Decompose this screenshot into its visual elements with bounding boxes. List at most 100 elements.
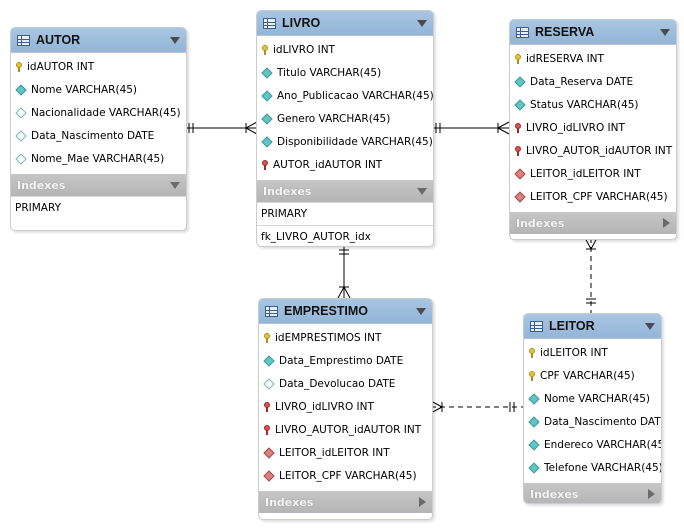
column-row[interactable]: Data_Reserva DATE: [510, 70, 676, 93]
column-row[interactable]: Nacionalidade VARCHAR(45): [11, 101, 186, 124]
column-row[interactable]: LEITOR_idLEITOR INT: [259, 441, 432, 464]
expand-arrow-icon[interactable]: [648, 489, 655, 499]
table-leitor[interactable]: LEITOR idLEITOR INT CPF VARCHAR(45) Nome…: [523, 313, 662, 504]
table-icon: [17, 34, 30, 46]
relationship-leitor-emprestimo[interactable]: [430, 400, 523, 414]
column-row[interactable]: Nome_Mae VARCHAR(45): [11, 147, 186, 170]
foreign-key-icon: [515, 122, 521, 133]
column-label: LIVRO_idLIVRO INT: [526, 121, 625, 134]
column-label: Genero VARCHAR(45): [277, 112, 391, 125]
collapse-arrow-icon[interactable]: [416, 307, 426, 315]
not-null-column-icon: [514, 98, 526, 111]
table-reserva[interactable]: RESERVA idRESERVA INT Data_Reserva DATE …: [509, 19, 677, 240]
column-row[interactable]: LEITOR_idLEITOR INT: [510, 162, 676, 185]
column-row[interactable]: idRESERVA INT: [510, 47, 676, 70]
column-label: Endereco VARCHAR(45): [544, 438, 662, 451]
indexes-header[interactable]: Indexes: [11, 174, 186, 196]
index-label: PRIMARY: [261, 208, 308, 220]
collapse-arrow-icon[interactable]: [417, 19, 427, 27]
table-name: LIVRO: [282, 16, 321, 30]
indexes-header[interactable]: Indexes: [524, 483, 661, 503]
column-row[interactable]: idAUTOR INT: [11, 55, 186, 78]
collapse-arrow-icon[interactable]: [170, 181, 180, 189]
foreign-column-icon: [514, 167, 526, 180]
not-null-column-icon: [15, 83, 27, 96]
column-label: Data_Nascimento DATE: [544, 415, 662, 428]
indexes-header[interactable]: Indexes: [257, 180, 433, 202]
table-autor[interactable]: AUTOR idAUTOR INT Nome VARCHAR(45) Nacio…: [10, 27, 187, 231]
collapse-arrow-icon[interactable]: [645, 322, 655, 330]
collapse-arrow-icon[interactable]: [170, 36, 180, 44]
table-header[interactable]: EMPRESTIMO: [259, 299, 432, 324]
column-row[interactable]: idEMPRESTIMOS INT: [259, 326, 432, 349]
table-icon: [516, 26, 529, 38]
table-icon: [265, 305, 278, 317]
nullable-column-icon: [15, 152, 27, 165]
column-label: Nacionalidade VARCHAR(45): [31, 106, 181, 119]
indexes-header[interactable]: Indexes: [259, 491, 432, 513]
collapse-arrow-icon[interactable]: [417, 187, 427, 195]
table-name: RESERVA: [535, 25, 595, 39]
indexes-label: Indexes: [17, 178, 66, 192]
not-null-column-icon: [261, 112, 273, 125]
column-row[interactable]: Ano_Publicacao VARCHAR(45): [257, 84, 433, 107]
column-row[interactable]: Endereco VARCHAR(45): [524, 433, 661, 456]
column-row[interactable]: AUTOR_idAUTOR INT: [257, 153, 433, 176]
table-emprestimo[interactable]: EMPRESTIMO idEMPRESTIMOS INT Data_Empres…: [258, 298, 433, 520]
table-livro[interactable]: LIVRO idLIVRO INT Titulo VARCHAR(45) Ano…: [256, 10, 434, 247]
table-header[interactable]: LEITOR: [524, 314, 661, 339]
column-row[interactable]: Telefone VARCHAR(45): [524, 456, 661, 479]
not-null-column-icon: [261, 66, 273, 79]
column-row[interactable]: Disponibilidade VARCHAR(45): [257, 130, 433, 153]
index-label: fk_LIVRO_AUTOR_idx: [261, 231, 371, 243]
relationship-leitor-reserva[interactable]: [584, 237, 598, 313]
column-row[interactable]: Titulo VARCHAR(45): [257, 61, 433, 84]
column-row[interactable]: LIVRO_idLIVRO INT: [510, 116, 676, 139]
column-row[interactable]: Data_Nascimento DATE: [11, 124, 186, 147]
relationship-livro-reserva[interactable]: [432, 121, 510, 135]
not-null-column-icon: [528, 415, 540, 428]
collapse-arrow-icon[interactable]: [660, 28, 670, 36]
primary-key-icon: [16, 61, 22, 72]
table-header[interactable]: RESERVA: [510, 20, 676, 45]
column-row[interactable]: LEITOR_CPF VARCHAR(45): [510, 185, 676, 208]
column-label: idLIVRO INT: [273, 43, 335, 56]
column-row[interactable]: LIVRO_AUTOR_idAUTOR INT: [510, 139, 676, 162]
foreign-key-icon: [264, 401, 270, 412]
column-label: LEITOR_idLEITOR INT: [530, 167, 641, 180]
column-row[interactable]: idLIVRO INT: [257, 38, 433, 61]
index-row[interactable]: fk_LIVRO_AUTOR_idx: [257, 225, 433, 246]
column-row[interactable]: LIVRO_idLIVRO INT: [259, 395, 432, 418]
column-row[interactable]: Data_Devolucao DATE: [259, 372, 432, 395]
column-label: Disponibilidade VARCHAR(45): [277, 135, 433, 148]
expand-arrow-icon[interactable]: [663, 218, 670, 228]
column-row[interactable]: idLEITOR INT: [524, 341, 661, 364]
column-row[interactable]: LEITOR_CPF VARCHAR(45): [259, 464, 432, 487]
index-row[interactable]: PRIMARY: [257, 202, 433, 225]
table-name: EMPRESTIMO: [284, 304, 369, 318]
column-label: AUTOR_idAUTOR INT: [273, 158, 383, 171]
table-header[interactable]: LIVRO: [257, 11, 433, 36]
column-row[interactable]: Genero VARCHAR(45): [257, 107, 433, 130]
column-row[interactable]: Nome VARCHAR(45): [11, 78, 186, 101]
column-row[interactable]: Data_Emprestimo DATE: [259, 349, 432, 372]
relationship-autor-livro[interactable]: [185, 121, 258, 135]
foreign-column-icon: [514, 190, 526, 203]
column-row[interactable]: Nome VARCHAR(45): [524, 387, 661, 410]
column-label: idLEITOR INT: [540, 346, 608, 359]
relationship-livro-emprestimo[interactable]: [337, 246, 351, 299]
table-name: LEITOR: [549, 319, 595, 333]
column-label: Nome VARCHAR(45): [544, 392, 651, 405]
foreign-column-icon: [263, 446, 275, 459]
column-row[interactable]: Status VARCHAR(45): [510, 93, 676, 116]
index-row[interactable]: PRIMARY: [11, 196, 186, 219]
indexes-header[interactable]: Indexes: [510, 212, 676, 234]
expand-arrow-icon[interactable]: [419, 497, 426, 507]
column-row[interactable]: CPF VARCHAR(45): [524, 364, 661, 387]
not-null-column-icon: [528, 438, 540, 451]
column-label: LIVRO_idLIVRO INT: [275, 400, 374, 413]
column-row[interactable]: Data_Nascimento DATE: [524, 410, 661, 433]
table-header[interactable]: AUTOR: [11, 28, 186, 53]
column-label: LIVRO_AUTOR_idAUTOR INT: [526, 144, 673, 157]
column-row[interactable]: LIVRO_AUTOR_idAUTOR INT: [259, 418, 432, 441]
